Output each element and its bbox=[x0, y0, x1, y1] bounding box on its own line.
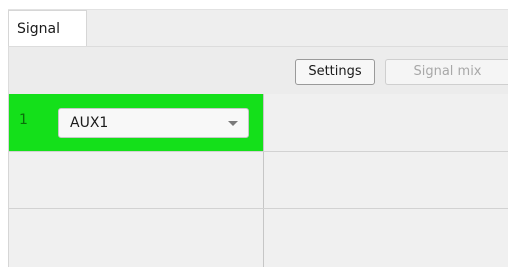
row-divider bbox=[9, 151, 508, 152]
channel-source-dropdown[interactable]: AUX1 bbox=[58, 108, 249, 138]
channel-row-1[interactable]: 1 AUX1 bbox=[9, 94, 264, 151]
tab-strip: Signal bbox=[8, 9, 508, 48]
tab-signal[interactable]: Signal bbox=[8, 10, 87, 48]
row-divider bbox=[9, 208, 508, 209]
column-divider bbox=[263, 94, 264, 267]
signal-mix-button[interactable]: Signal mix bbox=[385, 59, 508, 85]
signal-panel: Signal Settings Signal mix 1 AUX1 bbox=[8, 9, 508, 267]
channel-source-value: AUX1 bbox=[70, 115, 109, 131]
channel-number: 1 bbox=[19, 112, 28, 128]
toolbar: Settings Signal mix bbox=[8, 46, 508, 94]
settings-button[interactable]: Settings bbox=[295, 59, 375, 85]
channel-grid: 1 AUX1 bbox=[8, 94, 508, 267]
chevron-down-icon bbox=[228, 121, 238, 126]
